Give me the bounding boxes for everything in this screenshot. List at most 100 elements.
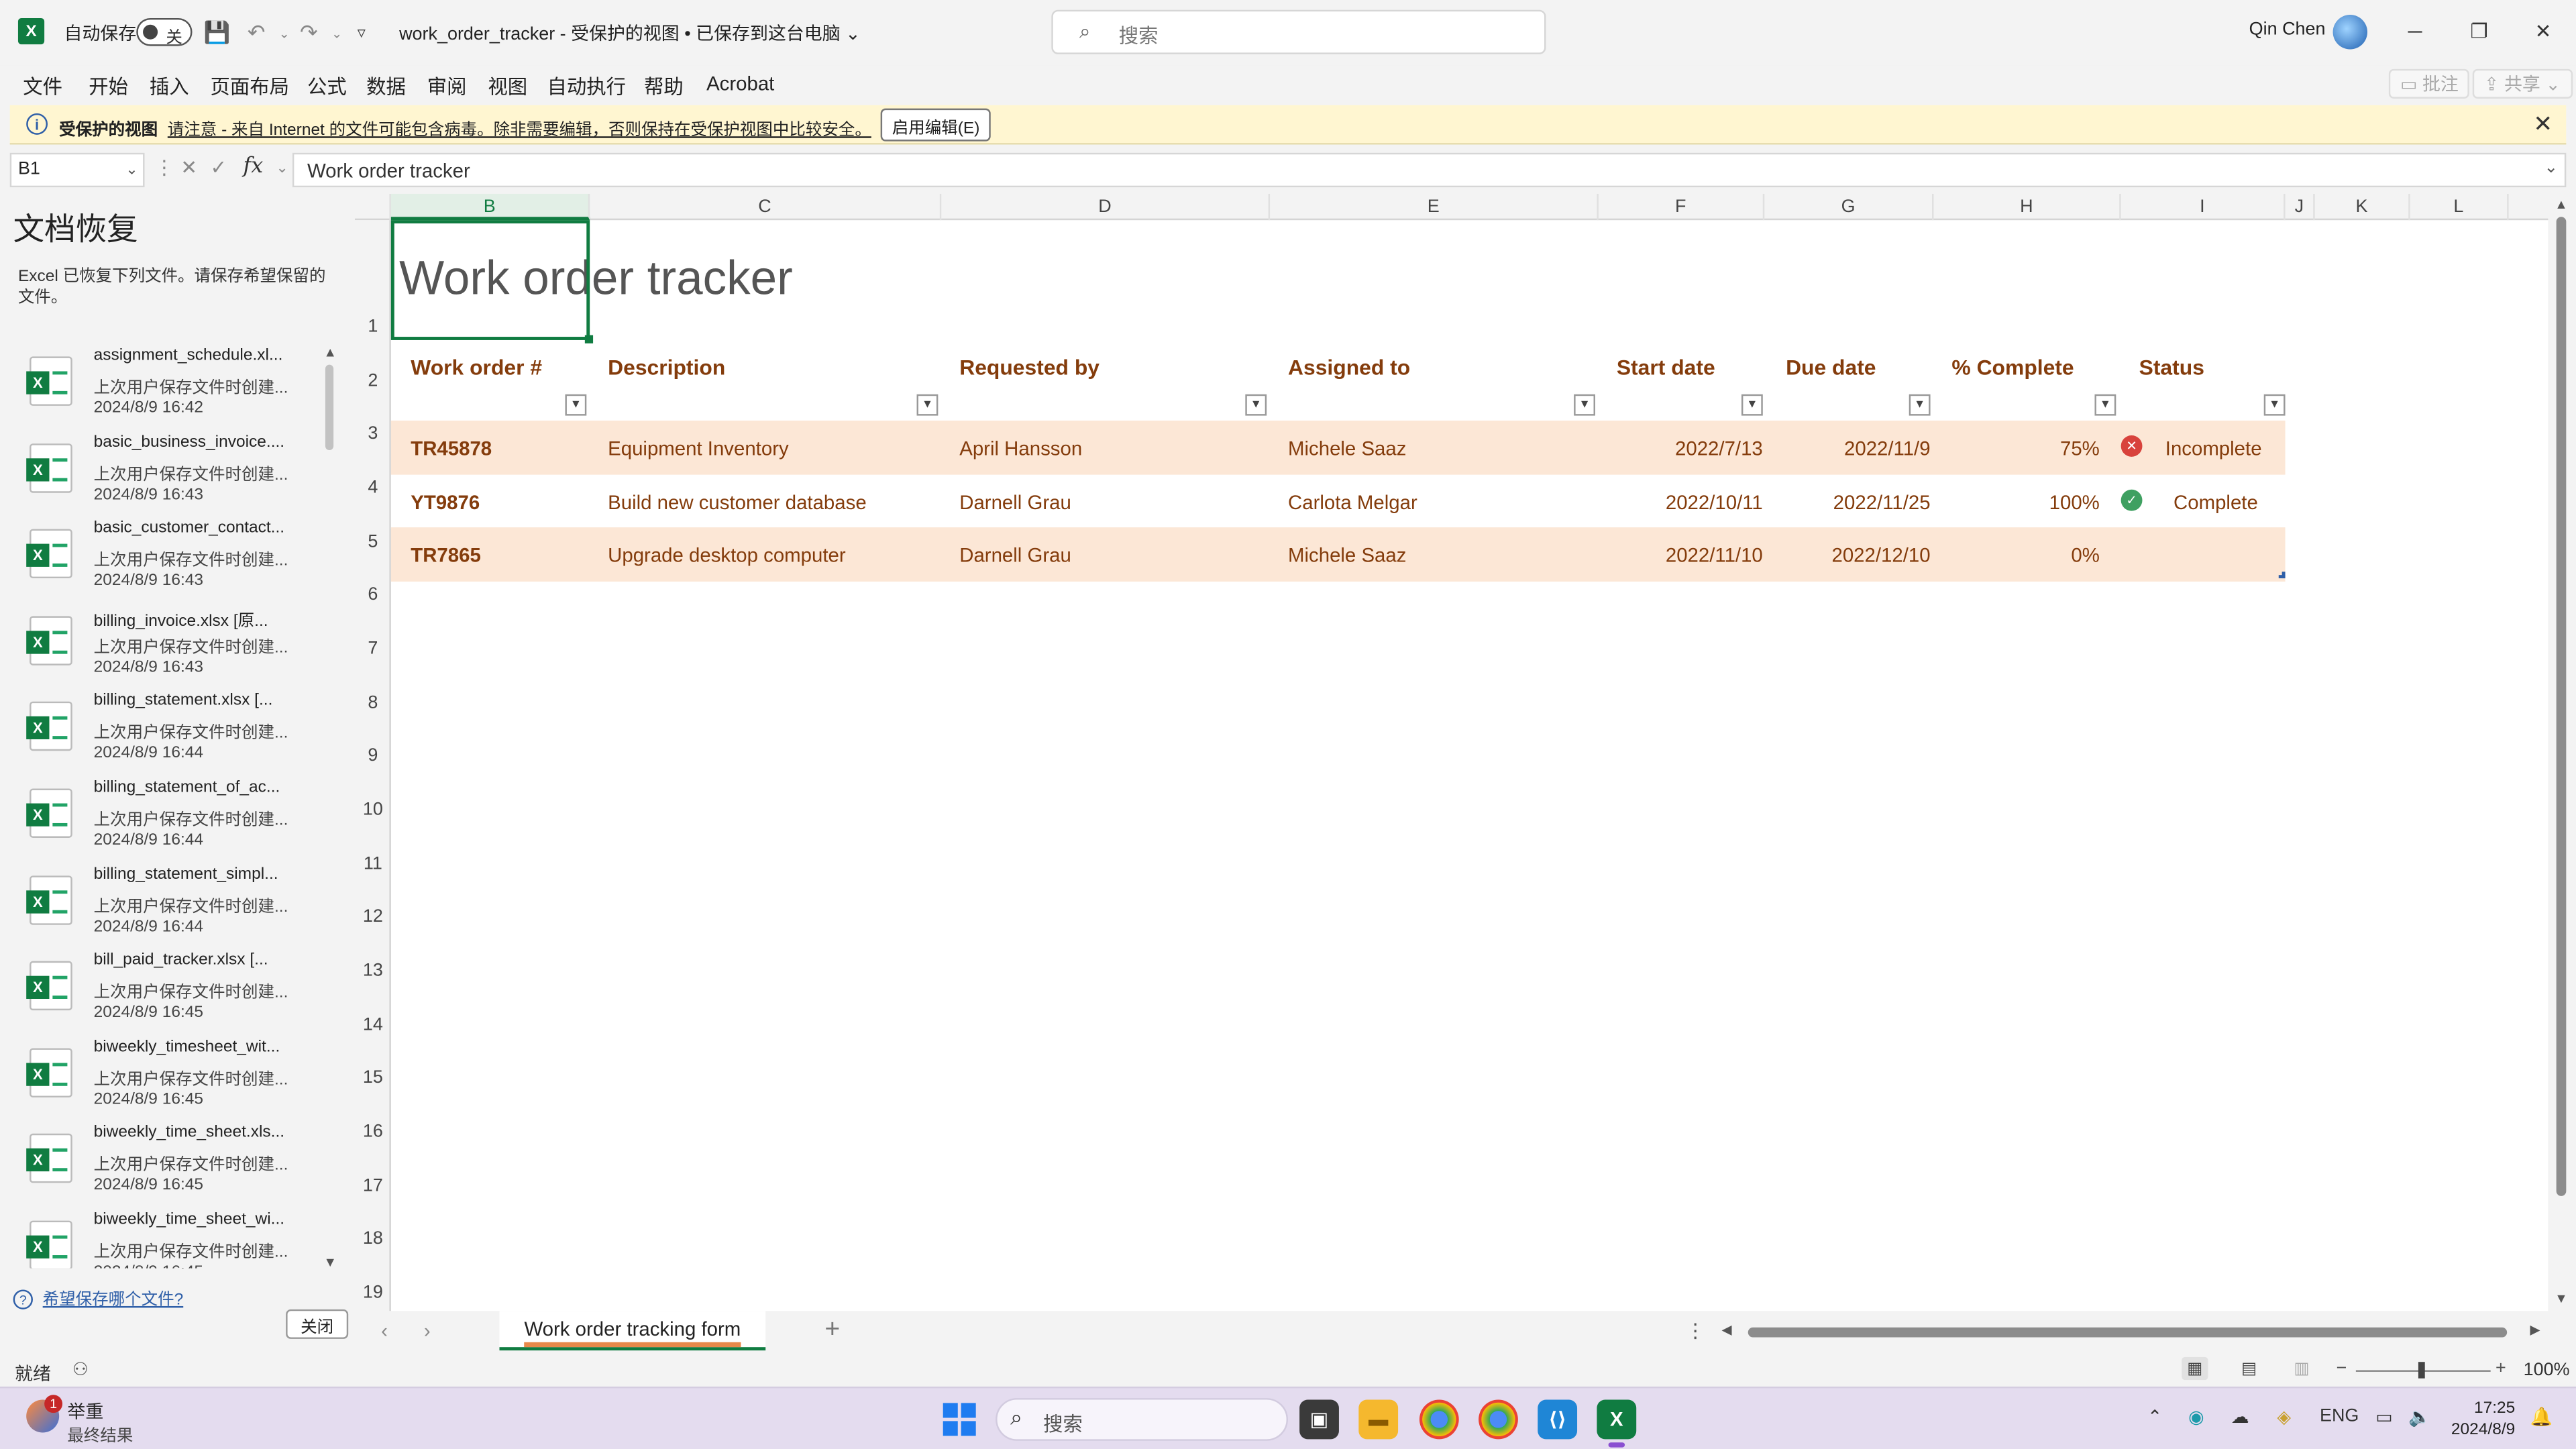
cell-due-date[interactable]: 2022/12/10 [1786,544,1930,567]
row-header[interactable]: 19 [355,1283,391,1303]
column-header-b[interactable]: B [390,193,590,221]
insert-function-icon[interactable]: fx [243,154,263,179]
column-header-d[interactable]: D [941,193,1271,221]
prev-sheet-icon[interactable]: ‹ [381,1320,388,1342]
news-subtitle[interactable]: 最终结果 [67,1421,133,1446]
normal-view-icon[interactable]: ▦ [2182,1356,2208,1381]
cell-start-date[interactable]: 2022/10/11 [1617,491,1763,514]
share-button[interactable]: ⇪ 共享 ⌄ [2472,68,2573,99]
column-header-c[interactable]: C [590,193,942,221]
tab-page-layout[interactable]: 页面布局 [210,72,289,101]
taskbar-search[interactable]: ⌕ 搜索 [996,1398,1289,1441]
chevron-down-icon[interactable]: ⌄ [125,161,138,179]
task-view-icon[interactable]: ▣ [1299,1399,1339,1440]
sheet-tab[interactable]: Work order tracking form [499,1311,766,1351]
filter-dropdown-icon[interactable]: ▼ [565,394,587,416]
select-all-corner[interactable] [355,193,391,221]
search-input[interactable]: ⌕ 搜索 [1051,9,1546,54]
header-start-date[interactable]: Start date [1617,355,1715,380]
zoom-out-icon[interactable]: − [2336,1358,2347,1378]
fill-handle[interactable] [584,335,594,343]
onedrive-icon[interactable]: ☁ [2231,1406,2249,1428]
row-header[interactable]: 9 [355,746,391,765]
enable-editing-button[interactable]: 启用编辑(E) [880,108,991,142]
recovery-list-item[interactable]: Xbasic_customer_contact... 上次用户保存文件时创建...… [0,518,325,603]
tab-file[interactable]: 文件 [23,72,62,101]
row-header[interactable]: 10 [355,800,391,820]
column-header-g[interactable]: G [1764,193,1934,221]
vertical-scrollbar[interactable]: ▲ ▼ [2551,194,2571,1311]
scroll-left-icon[interactable]: ◀ [1722,1322,1732,1337]
column-header-j[interactable]: J [2286,193,2315,221]
enter-icon[interactable]: ✓ [210,156,227,179]
user-name[interactable]: Qin Chen [2249,19,2326,39]
row-header[interactable]: 16 [355,1122,391,1142]
cell-work-order[interactable]: YT9876 [411,491,480,514]
minimize-button[interactable]: ─ [2390,13,2439,50]
cell-work-order[interactable]: TR7865 [411,544,481,567]
header-requested-by[interactable]: Requested by [959,355,1099,380]
recovery-list-item[interactable]: Xbilling_statement_simpl... 上次用户保存文件时创建..… [0,863,325,949]
header-percent-complete[interactable]: % Complete [1951,355,2074,380]
row-header[interactable]: 13 [355,961,391,981]
row-header[interactable]: 4 [355,478,391,498]
recovery-list-item[interactable]: Xassignment_schedule.xl... 上次用户保存文件时创建...… [0,345,325,430]
table-row[interactable]: YT9876 Build new customer database Darne… [390,474,2286,529]
edge-tray-icon[interactable]: ◉ [2188,1406,2204,1428]
row-header[interactable]: 14 [355,1015,391,1034]
cell-status[interactable]: Incomplete [2165,437,2262,460]
cell-assigned-to[interactable]: Michele Saaz [1288,544,1406,567]
file-explorer-icon[interactable]: ▬ [1358,1399,1399,1440]
customize-toolbar-icon[interactable]: ▿ [345,16,378,49]
scroll-thumb[interactable] [2556,217,2567,1196]
cell-work-order[interactable]: TR45878 [411,437,492,460]
header-work-order[interactable]: Work order # [411,355,542,380]
cell-requested-by[interactable]: Darnell Grau [959,491,1071,514]
cell-due-date[interactable]: 2022/11/25 [1786,491,1931,514]
autosave-toggle[interactable]: 关 [136,17,193,48]
table-row[interactable]: TR45878 Equipment Inventory April Hansso… [390,420,2286,475]
page-layout-view-icon[interactable]: ▤ [2236,1357,2262,1380]
comments-button[interactable]: ▭ 批注 [2388,68,2470,99]
more-icon[interactable]: ⋮ [154,156,174,179]
cell-area[interactable]: Work order tracker Work order # ▼ Descri… [390,220,2548,1311]
avatar[interactable] [2332,15,2368,50]
scroll-up-icon[interactable]: ▲ [323,345,336,360]
tab-help[interactable]: 帮助 [644,72,684,101]
cell-percent-complete[interactable]: 75% [1951,437,2100,460]
document-title[interactable]: work_order_tracker - 受保护的视图 • 已保存到这台电脑 ⌄ [399,19,861,46]
column-header-i[interactable]: I [2121,193,2286,221]
scroll-down-icon[interactable]: ▼ [323,1255,336,1270]
chrome-profile-icon[interactable] [1479,1399,1518,1440]
column-header-k[interactable]: K [2315,193,2410,221]
worksheet-grid[interactable]: B C D E F G H I J K L 1 2 3 4 5 6 7 8 9 … [354,193,2548,1311]
column-header-f[interactable]: F [1599,193,1765,221]
show-hidden-icons[interactable]: ⌃ [2147,1406,2163,1428]
cell-start-date[interactable]: 2022/7/13 [1617,437,1763,460]
scroll-thumb[interactable] [1748,1327,2508,1338]
zoom-in-icon[interactable]: + [2496,1358,2506,1378]
active-cell-selection[interactable] [390,220,594,343]
cell-percent-complete[interactable]: 100% [1951,491,2100,514]
filter-dropdown-icon[interactable]: ▼ [2094,394,2116,416]
row-header[interactable]: 8 [355,693,391,712]
restore-button[interactable]: ❐ [2455,13,2504,50]
language-indicator[interactable]: ENG [2320,1406,2359,1426]
formula-input[interactable]: Work order tracker ⌄ [292,152,2567,188]
scroll-down-icon[interactable]: ▼ [2555,1291,2567,1306]
protected-view-message[interactable]: 请注意 - 来自 Internet 的文件可能包含病毒。除非需要编辑，否则保持在… [168,115,871,140]
expand-formula-icon[interactable]: ⌄ [2544,160,2559,178]
save-icon[interactable]: 💾 [201,16,233,49]
add-sheet-icon[interactable]: + [824,1316,840,1346]
cancel-icon[interactable]: ✕ [180,156,197,179]
recovery-list-item[interactable]: Xbiweekly_time_sheet.xls... 上次用户保存文件时创建..… [0,1123,325,1208]
cell-start-date[interactable]: 2022/11/10 [1617,544,1763,567]
accessibility-icon[interactable]: ⚇ [72,1358,89,1380]
recovery-list-item[interactable]: Xbiweekly_time_sheet_wi... 上次用户保存文件时创建...… [0,1209,325,1269]
excel-taskbar-icon[interactable]: X [1597,1399,1637,1448]
horizontal-scrollbar[interactable]: ◀ ▶ [1719,1322,2546,1340]
filter-dropdown-icon[interactable]: ▼ [2263,394,2286,416]
row-header[interactable]: 2 [355,371,391,390]
next-sheet-icon[interactable]: › [424,1320,431,1342]
tab-review[interactable]: 审阅 [427,72,467,101]
